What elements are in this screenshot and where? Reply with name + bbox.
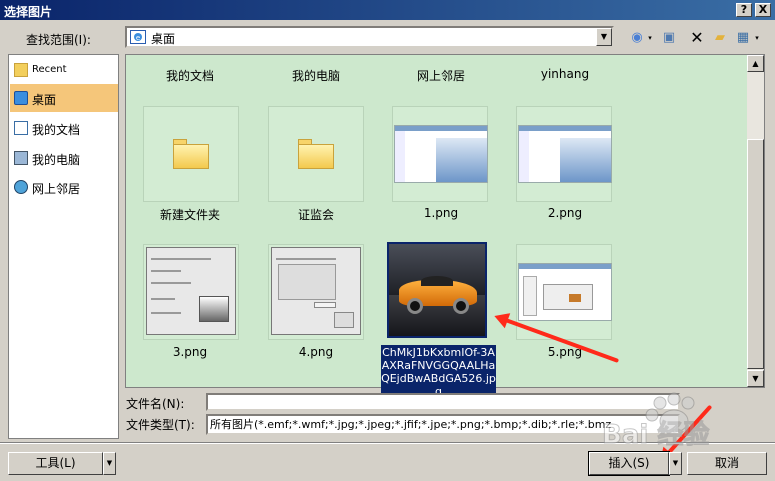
chevron-down-icon[interactable]: ▼ bbox=[596, 28, 612, 46]
desktop-icon bbox=[14, 91, 28, 105]
help-button[interactable]: ? bbox=[736, 3, 752, 17]
selected-file-label[interactable]: ChMkJ1bKxbmIOf-3AAXRaFNVGGQAALHaQEjdBwAB… bbox=[381, 345, 496, 399]
views-icon[interactable]: ▦ bbox=[734, 28, 752, 48]
lookin-value: 桌面 bbox=[151, 32, 176, 46]
delete-icon[interactable]: ✕ bbox=[688, 28, 706, 48]
scroll-thumb[interactable] bbox=[747, 139, 764, 369]
places-bar: Recent 桌面 我的文档 我的电脑 网上邻居 bbox=[8, 54, 119, 439]
desktop-icon: e bbox=[130, 30, 146, 44]
image-item[interactable] bbox=[516, 244, 612, 340]
file-label[interactable]: 网上邻居 bbox=[391, 67, 491, 84]
file-label[interactable]: 4.png bbox=[266, 345, 366, 359]
place-desktop[interactable]: 桌面 bbox=[10, 84, 118, 112]
place-documents[interactable]: 我的文档 bbox=[10, 114, 118, 142]
views-dropdown-icon[interactable]: ▾ bbox=[752, 28, 762, 48]
scroll-up-icon[interactable]: ▲ bbox=[747, 55, 764, 72]
file-label[interactable]: 证监会 bbox=[266, 206, 366, 223]
baidu-watermark: Bai 经验 bbox=[602, 392, 710, 451]
folder-icon bbox=[173, 139, 209, 169]
tools-dropdown-icon[interactable]: ▼ bbox=[103, 452, 116, 475]
cancel-button[interactable]: 取消 bbox=[687, 452, 767, 475]
insert-dropdown-icon[interactable]: ▼ bbox=[669, 452, 682, 475]
filetype-label: 文件类型(T): bbox=[126, 418, 195, 432]
place-label: 桌面 bbox=[32, 93, 57, 107]
thumbnail-image bbox=[271, 247, 361, 335]
back-icon[interactable]: ◉ bbox=[628, 28, 646, 48]
close-button[interactable]: X bbox=[755, 3, 771, 17]
back-dropdown-icon[interactable]: ▾ bbox=[646, 28, 654, 48]
filename-label: 文件名(N): bbox=[126, 397, 185, 411]
folder-icon bbox=[14, 63, 28, 77]
lookin-combo[interactable]: e 桌面 ▼ bbox=[125, 26, 614, 48]
file-label[interactable]: 2.png bbox=[515, 206, 615, 220]
svg-text:e: e bbox=[136, 34, 140, 42]
title-bar: 选择图片 ? X bbox=[0, 0, 775, 20]
place-recent[interactable]: Recent bbox=[10, 56, 118, 84]
thumbnail-image bbox=[394, 125, 488, 183]
place-label: 我的电脑 bbox=[32, 153, 81, 167]
image-item[interactable] bbox=[516, 106, 612, 202]
insert-button[interactable]: 插入(S) bbox=[588, 451, 670, 476]
window-title: 选择图片 bbox=[4, 5, 53, 19]
file-label[interactable]: 3.png bbox=[140, 345, 240, 359]
selected-image-thumbnail[interactable] bbox=[387, 242, 487, 338]
file-label[interactable]: yinhang bbox=[515, 67, 615, 81]
watermark-text: Bai 经验 bbox=[602, 419, 709, 450]
file-label[interactable]: 我的电脑 bbox=[266, 67, 366, 84]
file-label[interactable]: 新建文件夹 bbox=[140, 206, 240, 223]
thumbnail-image bbox=[518, 125, 612, 183]
up-folder-icon[interactable]: ▣ bbox=[660, 28, 678, 48]
file-label[interactable]: 我的文档 bbox=[140, 67, 240, 84]
lookin-label: 查找范围(I): bbox=[26, 33, 91, 47]
thumbnail-image bbox=[146, 247, 236, 335]
folder-icon bbox=[298, 139, 334, 169]
file-label[interactable]: 1.png bbox=[391, 206, 491, 220]
thumbnail-image bbox=[518, 263, 612, 321]
folder-item[interactable] bbox=[268, 106, 364, 202]
computer-icon bbox=[14, 151, 28, 165]
image-item[interactable] bbox=[392, 106, 488, 202]
place-label: 我的文档 bbox=[32, 123, 81, 137]
place-network[interactable]: 网上邻居 bbox=[10, 173, 118, 201]
documents-icon bbox=[14, 121, 28, 135]
new-folder-icon[interactable]: ▰ bbox=[711, 28, 729, 48]
tools-button[interactable]: 工具(L) bbox=[8, 452, 103, 475]
place-computer[interactable]: 我的电脑 bbox=[10, 144, 118, 172]
place-label: 网上邻居 bbox=[32, 182, 81, 196]
vertical-scrollbar[interactable]: ▲ ▼ bbox=[747, 55, 764, 387]
image-item[interactable] bbox=[268, 244, 364, 340]
place-label: Recent bbox=[32, 64, 67, 75]
image-item[interactable] bbox=[143, 244, 239, 340]
network-icon bbox=[14, 180, 28, 194]
folder-item[interactable] bbox=[143, 106, 239, 202]
